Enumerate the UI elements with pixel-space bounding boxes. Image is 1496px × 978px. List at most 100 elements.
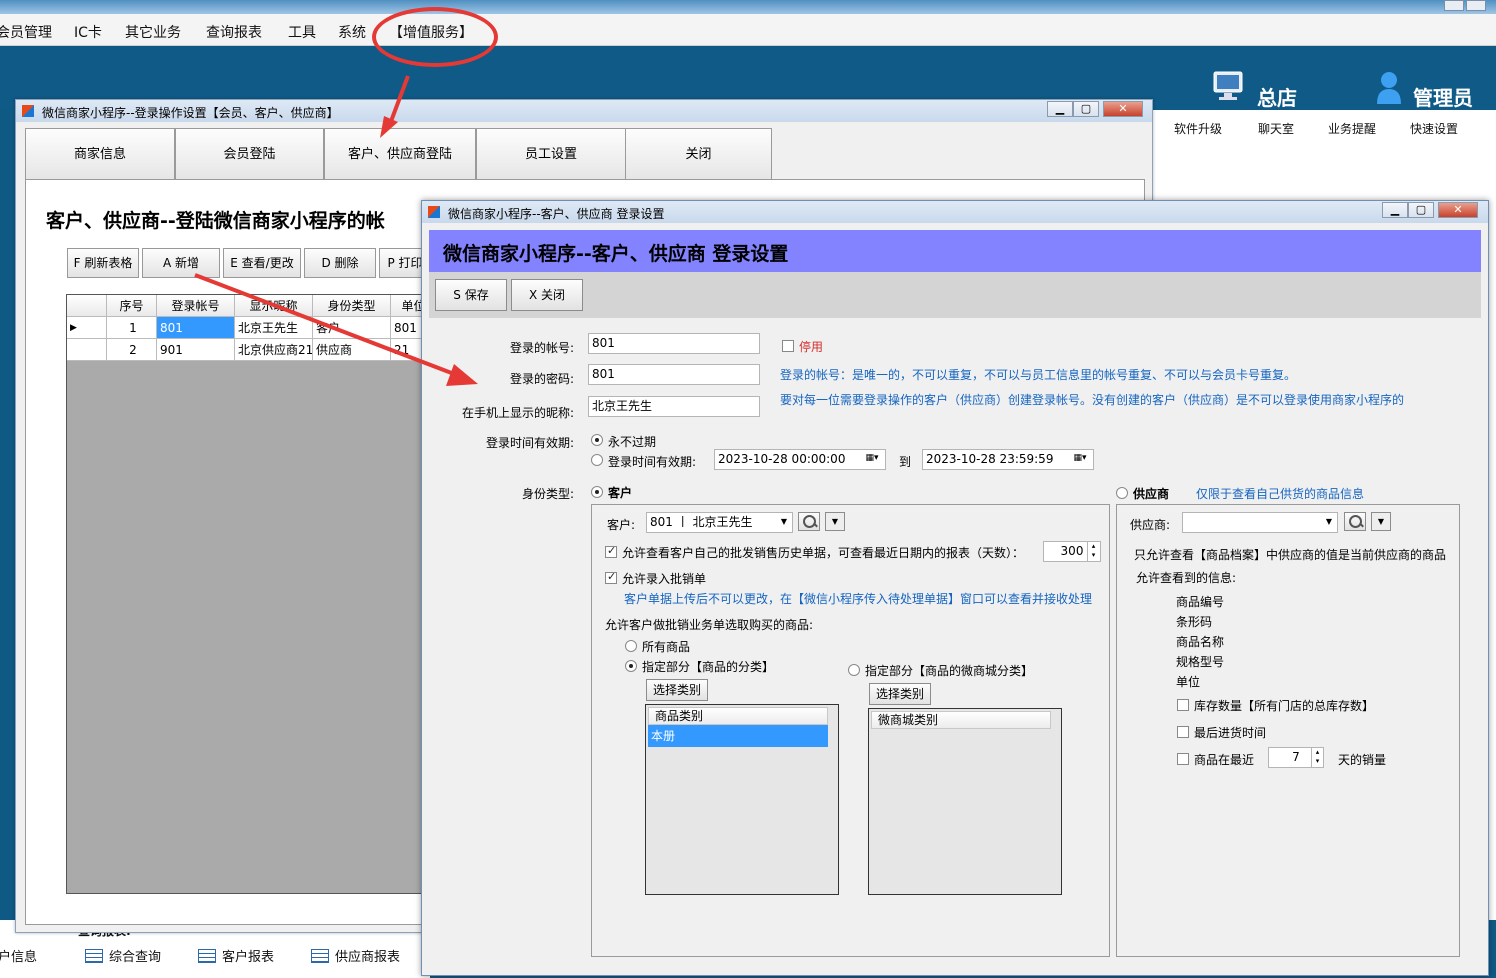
table-row[interactable]: 801 — [157, 317, 235, 339]
col-header-nickname[interactable]: 显示昵称 — [235, 295, 313, 317]
allow-history-checkbox[interactable] — [605, 544, 617, 558]
entry-note: 客户单据上传后不可以更改，在【微信小程序传入待处理单据】窗口可以查看并接收处理 — [624, 592, 1093, 606]
menu-system[interactable]: 系统 — [338, 22, 366, 42]
valid-to-field[interactable]: 2023-10-28 23:59:59 — [922, 449, 1094, 470]
close-dialog-button[interactable]: X 关闭 — [511, 279, 583, 311]
allow-entry-checkbox[interactable] — [605, 570, 617, 584]
recent-days-spinner[interactable]: ▴ ▾ — [1311, 748, 1323, 767]
maximize-button[interactable]: ▢ — [1073, 101, 1099, 117]
stock-label: 库存数量【所有门店的总库存数】 — [1194, 699, 1375, 713]
password-label: 登录的密码: — [509, 372, 574, 386]
app-window-controls[interactable] — [1442, 0, 1488, 12]
valid-from-field[interactable]: 2023-10-28 00:00:00 — [714, 449, 886, 470]
save-button[interactable]: S 保存 — [435, 279, 507, 311]
customer-radio[interactable] — [591, 486, 603, 498]
chevron-down-icon[interactable]: ▼ — [1319, 513, 1339, 532]
table-row[interactable]: 供应商 — [313, 339, 391, 361]
table-row[interactable]: 北京王先生 — [235, 317, 313, 339]
dropdown-button[interactable]: ▼ — [1371, 512, 1391, 531]
calendar-dropdown-icon[interactable]: ▦▾ — [862, 450, 882, 469]
bottom-link-supplier-report[interactable]: 供应商报表 — [311, 946, 400, 965]
row-indicator-icon[interactable]: ▶ — [67, 317, 107, 339]
customer-select-label: 客户: — [607, 518, 636, 532]
supplier-note: 仅限于查看自己供货的商品信息 — [1196, 487, 1365, 501]
bottom-link-overall-query[interactable]: 综合查询 — [85, 946, 161, 965]
tab-member-login[interactable]: 会员登陆 — [175, 128, 324, 180]
bottom-link-customer-report[interactable]: 客户报表 — [198, 946, 274, 965]
supplier-only-note: 只允许查看【商品档案】中供应商的值是当前供应商的商品 — [1134, 548, 1447, 562]
supplier-select[interactable] — [1182, 512, 1338, 533]
link-quick-settings[interactable]: 快速设置 — [1410, 120, 1458, 137]
never-expire-radio[interactable] — [591, 434, 603, 446]
select-mall-category-button[interactable]: 选择类别 — [869, 683, 931, 705]
field-barcode: 条形码 — [1176, 615, 1213, 629]
mall-category-list[interactable]: 微商城类别 — [868, 708, 1062, 895]
link-reminder[interactable]: 业务提醒 — [1328, 120, 1376, 137]
account-note: 登录的帐号：是唯一的，不可以重复，不可以与员工信息里的帐号重复、不可以与会员卡号… — [780, 368, 1297, 382]
search-icon[interactable] — [798, 512, 820, 531]
part-mall-radio[interactable] — [848, 664, 860, 676]
close-button[interactable]: ✕ — [1103, 101, 1143, 117]
close-button[interactable]: ✕ — [1438, 202, 1478, 218]
account-field[interactable]: 801 — [588, 333, 760, 354]
menu-reports[interactable]: 查询报表 — [206, 22, 262, 42]
row-indicator[interactable] — [67, 339, 107, 361]
col-header-account[interactable]: 登录帐号 — [157, 295, 235, 317]
table-row[interactable]: 北京供应商21 — [235, 339, 313, 361]
part-category-radio[interactable] — [625, 660, 637, 672]
link-upgrade[interactable]: 软件升级 — [1174, 120, 1222, 137]
last-in-label: 最后进货时间 — [1194, 726, 1267, 740]
tab-close[interactable]: 关闭 — [625, 128, 772, 180]
menu-member[interactable]: 会员管理 — [0, 22, 52, 42]
password-field[interactable]: 801 — [588, 364, 760, 385]
select-category-button[interactable]: 选择类别 — [646, 679, 708, 701]
supplier-radio[interactable] — [1116, 487, 1128, 499]
col-header-no[interactable]: 序号 — [107, 295, 157, 317]
tab-customer-supplier-login[interactable]: 客户、供应商登陆 — [324, 128, 476, 180]
disable-label: 停用 — [799, 340, 824, 354]
refresh-button[interactable]: F 刷新表格 — [67, 248, 139, 278]
edit-button[interactable]: E 查看/更改 — [223, 248, 301, 278]
bottom-link-customer-info[interactable]: 户信息 — [0, 946, 37, 965]
table-row[interactable]: 1 — [107, 317, 157, 339]
dropdown-button[interactable]: ▼ — [825, 512, 845, 531]
menu-ic-card[interactable]: IC卡 — [74, 22, 102, 42]
table-row[interactable]: 901 — [157, 339, 235, 361]
table-row[interactable]: 客户 — [313, 317, 391, 339]
category-list[interactable]: 商品类别 本册 — [645, 704, 839, 895]
customer-select[interactable]: 801 丨 北京王先生 — [646, 512, 793, 533]
minimize-button[interactable]: ▁ — [1382, 202, 1408, 218]
win1-title-bar: 微信商家小程序--登录操作设置【会员、客户、供应商】 ▁ ▢ ✕ — [16, 100, 1152, 122]
minimize-button[interactable]: ▁ — [1047, 101, 1073, 117]
account-creation-note: 要对每一位需要登录操作的客户（供应商）创建登录帐号。没有创建的客户（供应商）是不… — [780, 393, 1405, 407]
stock-checkbox[interactable] — [1177, 699, 1189, 711]
recent-sales-checkbox[interactable] — [1177, 753, 1189, 765]
list-item[interactable]: 本册 — [648, 725, 828, 747]
app-icon — [428, 206, 440, 218]
disable-checkbox[interactable] — [782, 340, 794, 352]
tab-merchant-info[interactable]: 商家信息 — [25, 128, 175, 180]
table-icon — [311, 949, 329, 963]
chevron-down-icon[interactable]: ▼ — [774, 513, 794, 532]
nickname-field[interactable]: 北京王先生 — [588, 396, 760, 417]
search-icon[interactable] — [1344, 512, 1366, 531]
maximize-button[interactable]: ▢ — [1408, 202, 1434, 218]
menu-other-business[interactable]: 其它业务 — [125, 22, 181, 42]
table-icon — [85, 949, 103, 963]
calendar-dropdown-icon[interactable]: ▦▾ — [1070, 450, 1090, 469]
add-button[interactable]: A 新增 — [142, 248, 220, 278]
link-chat[interactable]: 聊天室 — [1258, 120, 1294, 137]
nickname-label: 在手机上显示的昵称: — [461, 406, 574, 420]
tab-employee-settings[interactable]: 员工设置 — [476, 128, 626, 180]
menu-tools[interactable]: 工具 — [288, 22, 316, 42]
table-row[interactable]: 2 — [107, 339, 157, 361]
valid-period-radio[interactable] — [591, 454, 603, 466]
grid-corner — [67, 295, 107, 317]
days-spinner[interactable]: ▴ ▾ — [1087, 542, 1099, 561]
highlight-ellipse — [372, 7, 498, 67]
all-goods-radio[interactable] — [625, 640, 637, 652]
last-in-checkbox[interactable] — [1177, 726, 1189, 738]
col-header-type[interactable]: 身份类型 — [313, 295, 391, 317]
to-label: 到 — [899, 455, 912, 469]
delete-button[interactable]: D 删除 — [304, 248, 376, 278]
